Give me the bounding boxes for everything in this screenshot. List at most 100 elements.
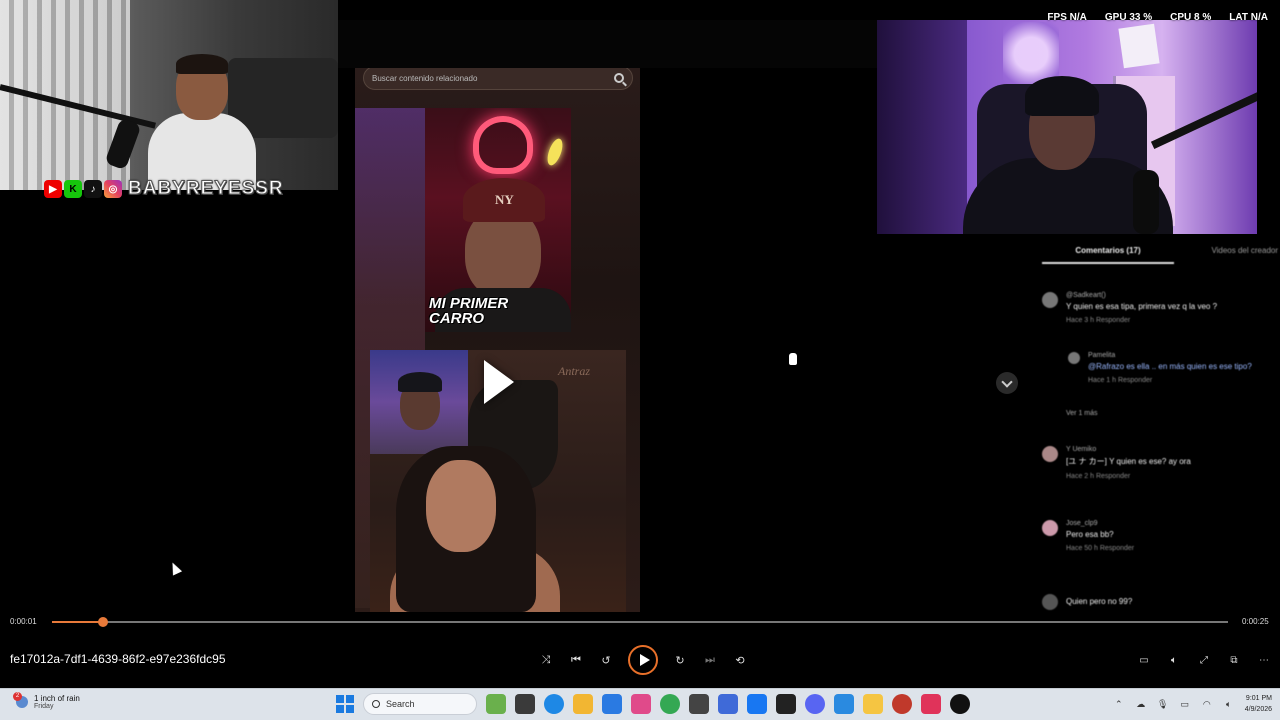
edge-icon[interactable] (544, 694, 564, 714)
weather-condition: 1 inch of rain (34, 694, 80, 703)
widgets-icon[interactable] (486, 694, 506, 714)
mouse-cursor-icon (167, 560, 183, 576)
volume-icon[interactable]: 🔈︎ (1166, 652, 1182, 668)
view-more-replies[interactable]: Ver 1 más (1066, 410, 1098, 417)
avatar[interactable] (1042, 292, 1058, 308)
shuffle-icon[interactable]: ⤨ (538, 652, 554, 668)
forward-30-icon[interactable]: ↻ (672, 652, 688, 668)
play-button[interactable] (628, 645, 658, 675)
fps-value: N/A (1069, 12, 1087, 23)
speaker-icon[interactable]: 🔈︎ (1223, 698, 1235, 710)
weather-widget[interactable]: 2 1 inch of rain Friday (13, 692, 80, 710)
thumbnail-title-line1: MI PRIMER (429, 295, 509, 312)
next-icon[interactable]: ⏭ (702, 652, 718, 668)
fps-readout: FPS N/A (1047, 12, 1086, 23)
weather-day: Friday (34, 703, 54, 710)
more-options-icon[interactable]: ⋯ (1256, 652, 1272, 668)
app-icon[interactable] (776, 694, 796, 714)
fullscreen-icon[interactable]: ⤢ (1196, 652, 1212, 668)
start-icon[interactable] (336, 695, 354, 713)
comment-body: Quien pero no 99? (1066, 594, 1132, 610)
neon-sign (473, 116, 533, 174)
avatar[interactable] (1042, 520, 1058, 536)
comment-user[interactable]: @Sadkeart() (1066, 292, 1217, 299)
taskbar-apps: Search (336, 693, 970, 715)
task-view-icon[interactable] (515, 694, 535, 714)
weather-icon: 2 (13, 692, 28, 708)
avatar[interactable] (1042, 446, 1058, 462)
comment-meta[interactable]: Hace 2 h Responder (1066, 473, 1191, 480)
gpu-value: 33 % (1129, 12, 1153, 23)
subtitles-icon[interactable]: ▭ (1136, 652, 1152, 668)
repeat-off-icon[interactable]: ⟲ (732, 652, 748, 668)
tiktok-app-icon[interactable] (921, 694, 941, 714)
weather-text: 1 inch of rain Friday (34, 694, 80, 710)
folder-icon[interactable] (863, 694, 883, 714)
scroll-down-icon[interactable] (996, 372, 1018, 394)
chevron-up-icon[interactable]: ⌃ (1113, 698, 1125, 710)
streamer-handle: BABYREYESSR (128, 178, 284, 200)
app-icon[interactable] (689, 694, 709, 714)
instagram-icon: ◎ (104, 180, 122, 198)
app-icon[interactable] (892, 694, 912, 714)
copilot-icon[interactable] (631, 694, 651, 714)
seek-progress (52, 621, 103, 623)
cap-logo: NY (495, 192, 514, 207)
related-search-input[interactable]: Buscar contenido relacionado (363, 68, 633, 90)
play-overlay-icon[interactable] (484, 360, 514, 404)
comment-meta[interactable]: Hace 3 h Responder (1066, 317, 1217, 324)
avatar[interactable] (1042, 594, 1058, 610)
comment-text: Pero esa bb? (1066, 530, 1114, 539)
avatar[interactable] (1068, 352, 1080, 364)
comment-meta[interactable]: Hace 1 h Responder (1088, 377, 1252, 384)
mic-tray-icon[interactable]: 🎙︎ (1157, 698, 1169, 710)
beanie (1025, 76, 1099, 116)
previous-icon[interactable]: ⏮ (568, 652, 584, 668)
reaction-inset (370, 350, 468, 454)
seek-handle[interactable] (97, 617, 108, 627)
display-icon[interactable]: ▭ (1179, 698, 1191, 710)
search-icon (372, 700, 380, 708)
facebook-icon[interactable] (747, 694, 767, 714)
gpu-label: GPU (1104, 12, 1127, 23)
video-stage[interactable]: ▶ K ♪ ◎ BABYREYESSR Buscar contenido rel… (0, 0, 1280, 612)
playback-controls: ⤨ ⏮ ↺ ↻ ⏭ ⟲ (538, 645, 748, 675)
app-icon[interactable] (718, 694, 738, 714)
thumb2-face (426, 460, 496, 552)
related-video-thumbnail-1[interactable]: NY MI PRIMER CARRO (425, 108, 571, 332)
seek-bar[interactable]: 0:00:01 0:00:25 (0, 612, 1280, 632)
seek-track[interactable] (52, 617, 1228, 627)
tab-comments[interactable]: Comentarios (17) (1042, 240, 1174, 264)
cloud-icon[interactable]: ☁ (1135, 698, 1147, 710)
comment-text: [ユ ナ カー] Y quien es ese? ay ora (1066, 457, 1191, 466)
clock[interactable]: 9:01 PM 4/9/2026 (1245, 693, 1272, 715)
comment-meta[interactable]: Hace 50 h Responder (1066, 545, 1134, 552)
chrome-icon[interactable] (660, 694, 680, 714)
mini-player-icon[interactable]: ⧉ (1226, 652, 1242, 668)
rewind-10-icon[interactable]: ↺ (598, 652, 614, 668)
media-player-icon[interactable] (950, 694, 970, 714)
app-icon[interactable] (602, 694, 622, 714)
social-handle-bar: ▶ K ♪ ◎ BABYREYESSR (44, 178, 284, 200)
search-placeholder: Buscar contenido relacionado (372, 73, 478, 83)
search-icon[interactable] (614, 73, 624, 83)
wifi-icon[interactable]: ◠ (1201, 698, 1213, 710)
taskbar-search[interactable]: Search (363, 693, 477, 715)
comments-tabs: Comentarios (17) Videos del creador (1040, 240, 1280, 264)
file-explorer-icon[interactable] (573, 694, 593, 714)
youtube-icon: ▶ (44, 180, 62, 198)
gpu-readout: GPU 33 % (1105, 12, 1152, 23)
comment-item: @Sadkeart() Y quien es esa tipa, primera… (1042, 292, 1217, 324)
comment-item: Y Uemiko [ユ ナ カー] Y quien es ese? ay ora… (1042, 446, 1191, 480)
thumbnail-title-line2: CARRO (429, 310, 484, 327)
app-icon[interactable] (834, 694, 854, 714)
fps-label: FPS (1047, 12, 1067, 23)
tab-creator-videos[interactable]: Videos del creador (1211, 240, 1278, 264)
comment-user[interactable]: Y Uemiko (1066, 446, 1191, 453)
clock-date: 4/9/2026 (1244, 706, 1272, 713)
comment-body: Jose_clp9 Pero esa bb? Hace 50 h Respond… (1066, 520, 1134, 552)
comment-user[interactable]: Pamelita (1088, 352, 1252, 359)
lat-readout: LAT N/A (1229, 12, 1268, 23)
discord-icon[interactable] (805, 694, 825, 714)
comment-user[interactable]: Jose_clp9 (1066, 520, 1134, 527)
